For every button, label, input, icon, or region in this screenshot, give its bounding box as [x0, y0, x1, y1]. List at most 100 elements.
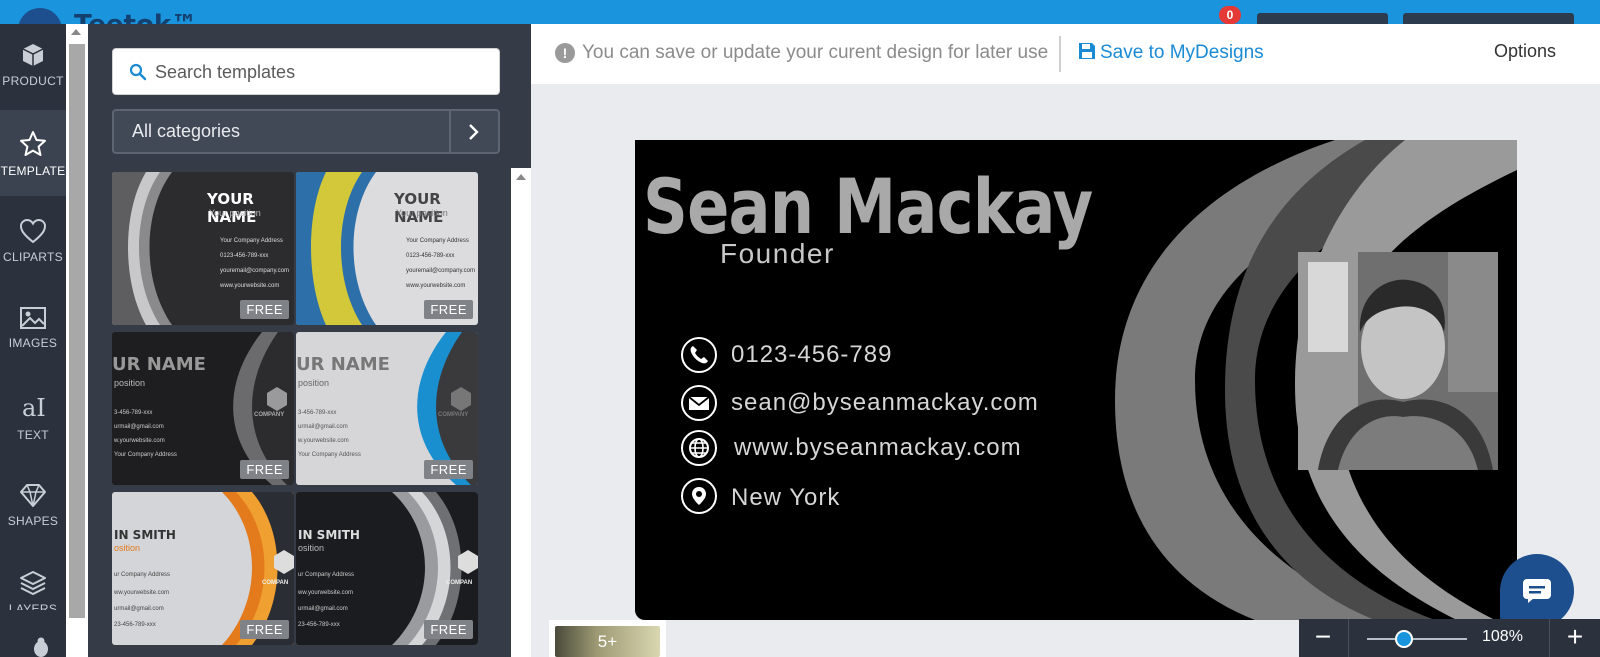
template-line: urmail@gmail.com	[298, 606, 348, 612]
template-card[interactable]: UR NAME position 3-456-789-xxx urmail@gm…	[296, 332, 478, 485]
nav-label-product: PRODUCT	[2, 74, 64, 88]
template-line: Your Company Address	[114, 452, 177, 458]
card-phone-text[interactable]: 0123-456-789	[731, 341, 892, 369]
zoom-in-button[interactable]: +	[1551, 619, 1599, 657]
location-pin-icon[interactable]	[681, 478, 717, 514]
template-position: Your position	[209, 208, 261, 218]
template-position: position	[298, 378, 330, 388]
free-badge: FREE	[424, 300, 473, 319]
template-line: youremail@company.com	[406, 268, 476, 274]
zoom-level-label: 108%	[1482, 628, 1523, 645]
card-website-text[interactable]: www.byseanmackay.com	[734, 434, 1022, 462]
zoom-slider-knob[interactable]	[1395, 630, 1413, 648]
nav-text[interactable]: aI TEXT	[0, 368, 66, 454]
templates-panel: All categories YOUR NAME Your position Y…	[88, 24, 531, 657]
search-box[interactable]	[112, 48, 500, 95]
nav-product[interactable]: PRODUCT	[0, 24, 66, 110]
notification-badge[interactable]: 0	[1219, 6, 1241, 24]
zoom-out-button[interactable]: −	[1299, 619, 1347, 657]
logo-icon[interactable]	[18, 8, 62, 24]
free-badge: FREE	[424, 460, 473, 479]
template-name: IN SMITH	[114, 528, 176, 542]
profile-photo-art	[1298, 252, 1498, 470]
template-line: 3-456-789-xxx	[114, 410, 153, 416]
profile-photo[interactable]	[1298, 252, 1498, 470]
card-location-text[interactable]: New York	[731, 484, 840, 512]
phone-icon[interactable]	[681, 337, 717, 373]
template-card[interactable]: IN SMITH osition ur Company Address ww.y…	[112, 492, 294, 645]
template-line: 3-456-789-xxx	[298, 410, 337, 416]
editor-root: Teetok™ 0 PRODUCT TEMPLATE CLIPARTS	[0, 0, 1600, 657]
template-position: osition	[114, 543, 141, 553]
page-thumbnail[interactable]: 5+	[555, 626, 660, 657]
save-hint-text: You can save or update your curent desig…	[582, 42, 1049, 63]
zoom-bar: − 108% +	[1299, 619, 1600, 657]
scroll-up-arrow-icon[interactable]	[71, 29, 81, 35]
info-icon: !	[555, 43, 575, 63]
template-company: COMPAN	[262, 580, 289, 586]
template-company: COMPANY	[438, 412, 469, 418]
card-email-text[interactable]: sean@byseanmackay.com	[731, 389, 1039, 417]
template-line: w.yourwebsite.com	[298, 438, 349, 444]
nav-label-cliparts: CLIPARTS	[3, 250, 63, 264]
template-card[interactable]: IN SMITH osition ur Company Address ww.y…	[296, 492, 478, 645]
free-badge: FREE	[240, 300, 289, 319]
template-line: 23-456-789-xxx	[114, 622, 156, 628]
options-button[interactable]: Options	[1494, 41, 1556, 62]
top-bar: Teetok™ 0	[0, 0, 1600, 24]
divider	[1348, 619, 1349, 657]
template-name: UR NAME	[112, 354, 206, 375]
scrollbar-thumb[interactable]	[69, 44, 85, 618]
design-canvas[interactable]: Sean Mackay Founder 0123-456-789 sean@by…	[635, 140, 1517, 620]
template-company: COMPAN	[446, 580, 473, 586]
card-title-text[interactable]: Founder	[720, 238, 835, 270]
layers-icon	[20, 571, 46, 596]
template-company: COMPANY	[254, 412, 285, 418]
top-button-1[interactable]	[1257, 13, 1388, 24]
logo-text[interactable]: Teetok™	[74, 10, 197, 24]
save-label: Save to MyDesigns	[1100, 42, 1264, 63]
nav-label-layers: LAYERS	[8, 602, 58, 610]
nav-shapes[interactable]: SHAPES	[0, 454, 66, 540]
template-line: Your Company Address	[298, 452, 361, 458]
nav-layers[interactable]: LAYERS	[0, 540, 66, 610]
card-name-text[interactable]: Sean Mackay	[643, 162, 1093, 251]
template-line: urmail@gmail.com	[114, 424, 164, 430]
page-thumbnails: 5+	[549, 620, 666, 657]
template-name: UR NAME	[296, 354, 390, 375]
nav-template[interactable]: TEMPLATE	[0, 110, 66, 196]
envelope-icon[interactable]	[681, 385, 717, 421]
image-icon	[20, 307, 46, 329]
template-line: Your Company Address	[406, 238, 469, 244]
save-to-mydesigns-button[interactable]: Save to MyDesigns	[1078, 42, 1264, 64]
chat-button[interactable]	[1500, 554, 1574, 628]
text-icon: aI	[22, 394, 46, 422]
diamond-icon	[20, 484, 46, 507]
template-line: www.yourwebsite.com	[406, 283, 466, 289]
template-line: urmail@gmail.com	[114, 606, 164, 612]
divider	[1059, 36, 1061, 72]
nav-cliparts[interactable]: CLIPARTS	[0, 196, 66, 282]
search-input[interactable]	[155, 57, 485, 87]
panel-scrollbar[interactable]	[511, 168, 531, 657]
globe-icon[interactable]	[681, 430, 717, 466]
template-card[interactable]: YOUR NAME Your position Your Company Add…	[296, 172, 478, 325]
category-select[interactable]: All categories	[112, 109, 500, 154]
svg-text:aI: aI	[22, 394, 46, 422]
template-line: urmail@gmail.com	[298, 424, 348, 430]
top-button-2[interactable]	[1403, 13, 1574, 24]
bug-icon[interactable]	[30, 636, 52, 657]
nav-label-template: TEMPLATE	[0, 164, 66, 178]
info-bar: ! You can save or update your curent des…	[531, 24, 1600, 84]
nav-images[interactable]: IMAGES	[0, 282, 66, 368]
zoom-slider-track[interactable]	[1367, 638, 1467, 640]
template-card[interactable]: UR NAME position 3-456-789-xxx urmail@gm…	[112, 332, 294, 485]
template-card[interactable]: YOUR NAME Your position Your Company Add…	[112, 172, 294, 325]
category-next-button[interactable]	[449, 111, 498, 152]
divider	[1549, 619, 1550, 657]
scroll-up-arrow-icon[interactable]	[516, 174, 526, 180]
template-position: Your position	[396, 208, 448, 218]
nav-scrollbar[interactable]	[66, 24, 88, 657]
template-line: 23-456-789-xxx	[298, 622, 340, 628]
nav-label-shapes: SHAPES	[7, 514, 59, 528]
